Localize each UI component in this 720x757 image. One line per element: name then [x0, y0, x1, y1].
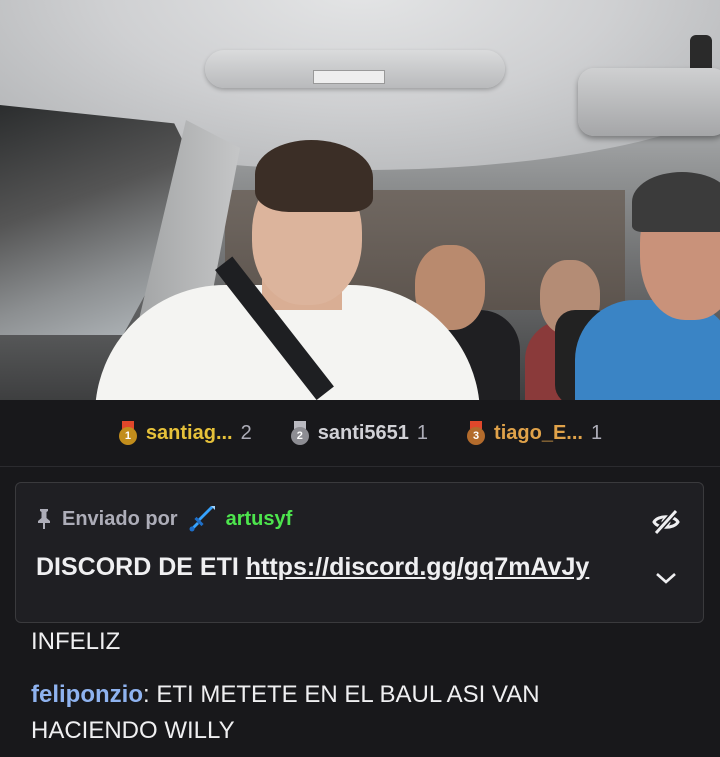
stream-video[interactable]	[0, 0, 720, 400]
medal-rank: 1	[118, 427, 137, 445]
pinned-message-card: Enviado por artusyf DISCORD DE ETI https…	[15, 482, 704, 623]
chevron-down-icon[interactable]	[653, 569, 679, 587]
chat-message-text: ETI METETE EN EL BAUL ASI VAN	[149, 681, 540, 708]
leaderboard-entry-1[interactable]: 1 santiag... 2	[118, 421, 252, 445]
pinned-message-text: DISCORD DE ETI https://discord.gg/gq7mAv…	[36, 553, 589, 582]
chat-message-continuation: HACIENDO WILLY	[31, 717, 235, 744]
eye-off-icon[interactable]	[651, 507, 681, 537]
video-visor-label	[313, 70, 385, 84]
sword-icon	[189, 506, 215, 532]
leaderboard-entry-2[interactable]: 2 santi5651 1	[290, 421, 429, 445]
leaderboard-username: santi5651	[317, 421, 409, 444]
silver-medal-icon: 2	[290, 421, 310, 445]
medal-rank: 2	[290, 427, 309, 445]
gift-leaderboard: 1 santiag... 2 2 santi5651 1 3 tiago_E..…	[0, 400, 720, 467]
pinned-header: Enviado por artusyf	[36, 505, 292, 533]
bronze-medal-icon: 3	[466, 421, 486, 445]
pinned-message-body: DISCORD DE ETI	[36, 553, 246, 581]
medal-rank: 3	[467, 427, 486, 445]
pin-icon	[38, 509, 50, 529]
chat-message: feliponzio: ETI METETE EN EL BAUL ASI VA…	[31, 676, 540, 714]
leaderboard-count: 2	[240, 421, 252, 444]
pinned-message-link[interactable]: https://discord.gg/gq7mAvJy	[246, 553, 590, 581]
pinned-by-username[interactable]: artusyf	[226, 508, 293, 531]
chat-username[interactable]: feliponzio	[31, 681, 143, 708]
chat-list: INFELIZ feliponzio: ETI METETE EN EL BAU…	[0, 623, 720, 757]
video-rearview-mirror	[578, 68, 720, 136]
leaderboard-count: 1	[590, 421, 603, 444]
gold-medal-icon: 1	[118, 421, 138, 445]
leaderboard-username: tiago_E...	[494, 421, 583, 444]
leaderboard-username: santiag...	[145, 421, 233, 444]
chat-message-partial: INFELIZ	[31, 628, 121, 655]
pinned-by-label: Enviado por	[62, 507, 178, 530]
chat-separator: :	[142, 681, 150, 708]
leaderboard-count: 1	[416, 421, 429, 444]
video-main-person-hair	[255, 140, 373, 212]
video-driver-hair	[632, 172, 720, 232]
leaderboard-entry-3[interactable]: 3 tiago_E... 1	[466, 421, 603, 445]
